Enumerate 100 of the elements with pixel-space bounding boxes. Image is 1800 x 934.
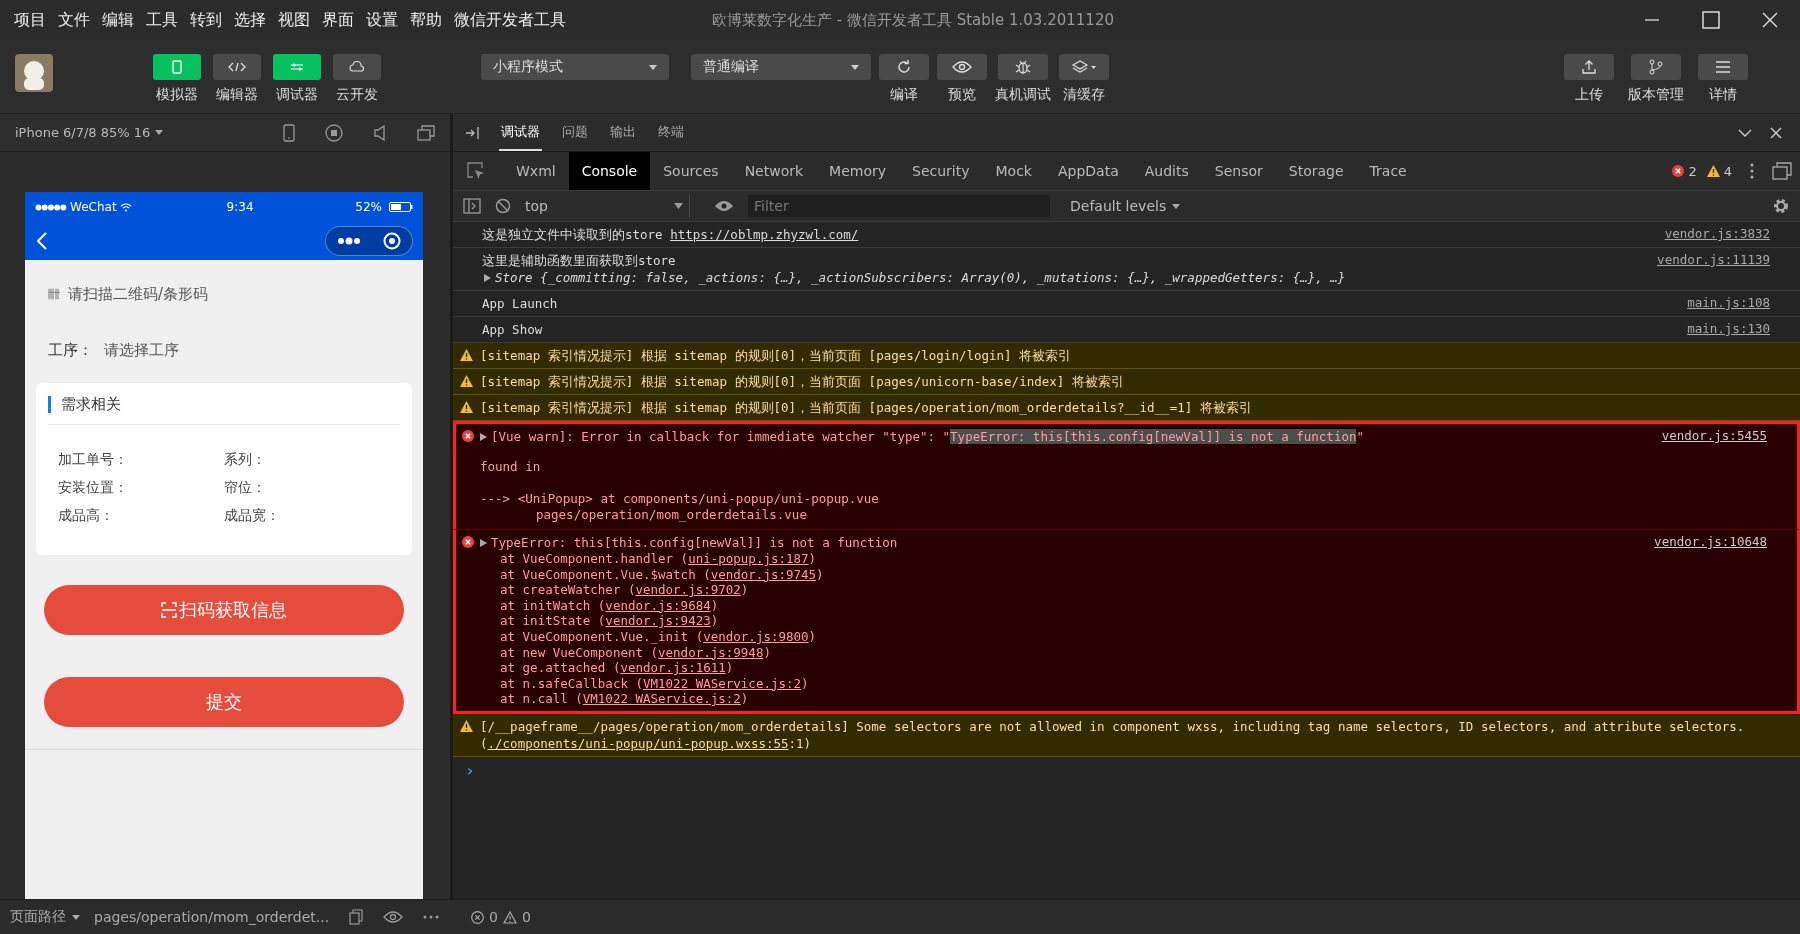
panel-tab[interactable]: Sensor xyxy=(1201,152,1276,190)
source-link[interactable]: main.js:108 xyxy=(1687,295,1770,310)
settings-icon[interactable] xyxy=(1772,197,1790,215)
speaker-icon[interactable] xyxy=(373,124,387,141)
menu-item[interactable]: 视图 xyxy=(278,9,310,31)
view-toggle[interactable] xyxy=(153,54,201,80)
menu-item[interactable]: 帮助 xyxy=(410,9,442,31)
toolbar-button[interactable] xyxy=(998,54,1048,80)
stack-link[interactable]: vendor.js:9745 xyxy=(710,566,817,582)
collapse-icon[interactable] xyxy=(1738,128,1752,137)
view-toggle[interactable] xyxy=(213,54,261,80)
scan-field[interactable]: 请扫描二维码/条形码 xyxy=(36,271,412,317)
undock-icon[interactable] xyxy=(1772,162,1792,180)
panel-tab[interactable]: Sources xyxy=(650,152,732,190)
more-icon[interactable] xyxy=(337,237,360,245)
panel-tab[interactable]: Audits xyxy=(1131,152,1202,190)
eye-icon[interactable] xyxy=(383,911,404,923)
toolbar-button[interactable] xyxy=(879,54,929,80)
panel-tab[interactable]: AppData xyxy=(1045,152,1132,190)
panel-tab[interactable]: Trace xyxy=(1356,152,1420,190)
signal-icon xyxy=(35,203,67,211)
mode-dropdown[interactable]: 小程序模式 xyxy=(481,54,669,80)
menu-item[interactable]: 工具 xyxy=(146,9,178,31)
section-title: 需求相关 xyxy=(61,395,121,414)
warning-icon xyxy=(460,719,473,732)
panel-tab[interactable]: Storage xyxy=(1275,152,1357,190)
levels-dropdown[interactable]: Default levels xyxy=(1064,197,1187,215)
toolbar-button[interactable] xyxy=(937,54,987,80)
console-prompt[interactable]: › xyxy=(465,760,475,780)
dock-icon[interactable] xyxy=(465,125,481,140)
menu-item[interactable]: 微信开发者工具 xyxy=(454,9,566,31)
stack-link[interactable]: vendor.js:9702 xyxy=(635,582,741,598)
device-selector[interactable]: iPhone 6/7/8 85% 16 xyxy=(15,125,151,140)
view-toggle[interactable] xyxy=(273,54,321,80)
menu-item[interactable]: 选择 xyxy=(234,9,266,31)
more-icon[interactable] xyxy=(423,915,440,919)
toolbar-button[interactable] xyxy=(1564,54,1614,80)
panel-tab[interactable]: Wxml xyxy=(503,152,569,190)
warning-icon xyxy=(460,401,473,413)
capsule-menu[interactable] xyxy=(325,226,413,256)
menu-item[interactable]: 项目 xyxy=(14,9,46,31)
panel-tab[interactable]: Console xyxy=(568,152,651,190)
expand-icon[interactable] xyxy=(484,274,491,282)
avatar-icon[interactable] xyxy=(15,54,53,92)
page-path-dropdown[interactable]: 页面路径 xyxy=(10,908,80,926)
panel-tab[interactable]: Network xyxy=(731,152,817,190)
window-icon[interactable] xyxy=(417,124,435,141)
phone-icon[interactable] xyxy=(283,123,295,142)
console-message: TypeError: this[this.config[newVal]] is not a function xyxy=(491,534,898,551)
view-toggle[interactable] xyxy=(333,54,381,80)
stack-link[interactable]: VM1022 WAService.js:2 xyxy=(643,675,802,691)
clear-icon[interactable] xyxy=(495,198,511,214)
sidebar-icon[interactable] xyxy=(463,198,481,214)
panel-tab[interactable]: Mock xyxy=(982,152,1045,190)
stack-link[interactable]: vendor.js:9948 xyxy=(658,644,764,660)
toolbar-button[interactable] xyxy=(1631,54,1681,80)
devtools-tab[interactable]: 问题 xyxy=(560,114,590,151)
more-vertical-icon[interactable] xyxy=(1750,163,1754,179)
stack-link[interactable]: vendor.js:9684 xyxy=(605,597,711,613)
caret-icon xyxy=(649,64,657,70)
stack-link[interactable]: vendor.js:9800 xyxy=(703,628,809,644)
menu-item[interactable]: 转到 xyxy=(190,9,222,31)
stack-link[interactable]: vendor.js:1611 xyxy=(620,660,726,676)
stack-link[interactable]: uni-popup.js:187 xyxy=(688,551,809,566)
menu-item[interactable]: 文件 xyxy=(58,9,90,31)
eye-icon[interactable] xyxy=(714,200,734,212)
filter-input[interactable]: Filter xyxy=(748,195,1050,217)
panel-tab[interactable]: Security xyxy=(899,152,983,190)
expand-icon[interactable] xyxy=(480,539,487,547)
source-link[interactable]: vendor.js:5455 xyxy=(1661,428,1767,443)
console-link[interactable]: ./components/uni-popup/uni-popup.wxss:55 xyxy=(487,735,789,751)
close-icon[interactable] xyxy=(1770,126,1782,139)
source-link[interactable]: main.js:130 xyxy=(1687,321,1770,336)
source-link[interactable]: vendor.js:10648 xyxy=(1654,534,1767,549)
menu-item[interactable]: 编辑 xyxy=(102,9,134,31)
console-message: [Vue warn]: Error in callback for immediate watcher "type": "TypeError: this[this.config[newVal]] is not a function" xyxy=(491,428,1364,445)
source-link[interactable]: vendor.js:3832 xyxy=(1664,226,1770,241)
copy-icon[interactable] xyxy=(349,909,364,925)
record-icon[interactable] xyxy=(325,123,343,142)
toolbar-button[interactable] xyxy=(1059,54,1109,80)
devtools-tab[interactable]: 输出 xyxy=(608,114,638,151)
stack-link[interactable]: vendor.js:9423 xyxy=(605,613,711,629)
close-target-icon[interactable] xyxy=(382,232,401,250)
devtools-tab[interactable]: 终端 xyxy=(656,114,686,151)
menu-item[interactable]: 设置 xyxy=(366,9,398,31)
console-link[interactable]: https://oblmp.zhyzwl.com/ xyxy=(670,227,859,242)
scan-button[interactable]: 扫码获取信息 xyxy=(44,585,404,635)
inspect-icon[interactable] xyxy=(467,162,485,180)
panel-tab[interactable]: Memory xyxy=(816,152,900,190)
back-icon[interactable] xyxy=(37,232,47,250)
maximize-icon[interactable] xyxy=(1702,11,1720,29)
submit-button[interactable]: 提交 xyxy=(44,677,404,727)
close-icon[interactable] xyxy=(1762,12,1778,28)
compile-dropdown[interactable]: 普通编译 xyxy=(691,54,871,80)
menu-item[interactable]: 界面 xyxy=(322,9,354,31)
expand-icon[interactable] xyxy=(480,433,487,441)
context-select[interactable]: top xyxy=(525,194,690,218)
source-link[interactable]: vendor.js:11139 xyxy=(1657,252,1770,267)
stack-link[interactable]: VM1022 WAService.js:2 xyxy=(582,691,741,707)
toolbar-button[interactable] xyxy=(1698,54,1748,80)
